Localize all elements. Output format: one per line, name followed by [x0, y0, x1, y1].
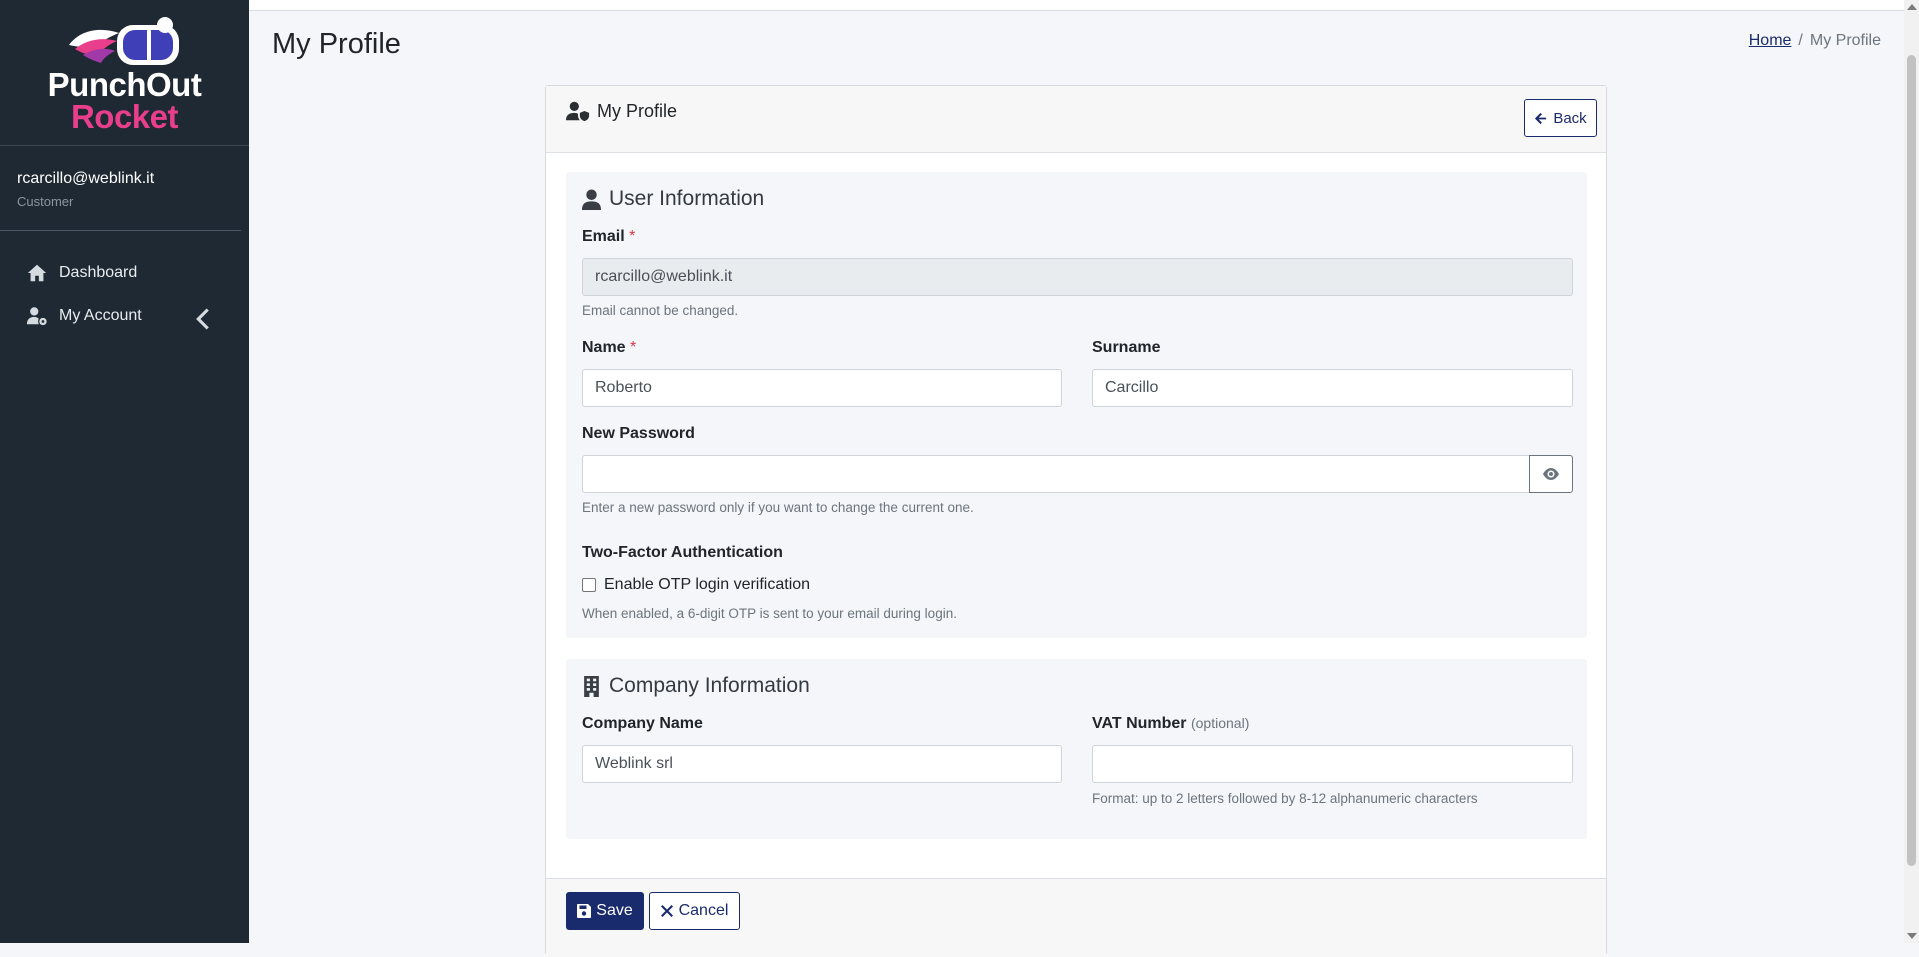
- save-button[interactable]: Save: [566, 892, 644, 930]
- breadcrumb: Home / My Profile: [1749, 32, 1881, 50]
- brand-name-punchout: PunchOut: [47, 66, 202, 103]
- toggle-password-visibility-button[interactable]: [1529, 455, 1573, 493]
- section-title-text: User Information: [609, 187, 765, 210]
- required-mark: *: [630, 339, 637, 356]
- name-field[interactable]: Roberto: [582, 369, 1062, 407]
- chevron-left-icon: [196, 308, 209, 330]
- arrow-left-icon: [1535, 112, 1547, 124]
- company-name-label: Company Name: [582, 715, 703, 732]
- section-title-text: Company Information: [609, 674, 810, 697]
- password-help-text: Enter a new password only if you want to…: [582, 500, 974, 515]
- new-password-field[interactable]: [582, 455, 1531, 493]
- card-title: My Profile: [566, 100, 677, 122]
- card-footer: Save Cancel: [546, 878, 1606, 957]
- top-bar: [249, 0, 1904, 11]
- eye-icon: [1543, 468, 1559, 480]
- surname-field[interactable]: Carcillo: [1092, 369, 1573, 407]
- otp-help-text: When enabled, a 6-digit OTP is sent to y…: [582, 606, 957, 621]
- email-help-text: Email cannot be changed.: [582, 303, 739, 318]
- page-scrollbar[interactable]: [1904, 0, 1919, 943]
- user-panel: rcarcillo@weblink.it Customer: [0, 146, 241, 231]
- scroll-down-arrow-icon[interactable]: [1907, 933, 1917, 939]
- new-password-label: New Password: [582, 425, 695, 442]
- sidebar-item-label: My Account: [59, 306, 142, 324]
- user-role: Customer: [17, 194, 74, 209]
- card-header: My Profile Back: [546, 86, 1606, 153]
- sidebar-item-my-account[interactable]: My Account: [0, 294, 249, 337]
- brand-name-rocket: Rocket: [70, 98, 179, 135]
- section-title: Company Information: [582, 674, 810, 698]
- brand-logo-area[interactable]: PunchOut Rocket: [0, 0, 249, 146]
- surname-label: Surname: [1092, 339, 1161, 356]
- email-field[interactable]: rcarcillo@weblink.it: [582, 258, 1573, 296]
- breadcrumb-home-link[interactable]: Home: [1749, 32, 1792, 49]
- save-button-label: Save: [596, 902, 633, 919]
- required-mark: *: [629, 228, 636, 245]
- user-information-section: User Information Email * rcarcillo@webli…: [566, 172, 1587, 638]
- back-button-label: Back: [1553, 109, 1587, 127]
- two-factor-label: Two-Factor Authentication: [582, 544, 783, 561]
- card-title-text: My Profile: [597, 100, 678, 121]
- sidebar: PunchOut Rocket rcarcillo@weblink.it Cus…: [0, 0, 249, 943]
- page-title: My Profile: [272, 28, 401, 60]
- home-icon: [27, 264, 47, 281]
- email-label-text: Email: [582, 228, 625, 245]
- building-icon: [584, 675, 599, 697]
- breadcrumb-current: My Profile: [1809, 32, 1881, 49]
- cancel-button[interactable]: Cancel: [649, 892, 740, 930]
- back-button[interactable]: Back: [1524, 99, 1597, 137]
- otp-checkbox-label[interactable]: Enable OTP login verification: [604, 576, 810, 594]
- scroll-up-arrow-icon[interactable]: [1907, 4, 1917, 10]
- user-gear-icon: [26, 306, 47, 325]
- vat-number-field[interactable]: [1092, 745, 1573, 783]
- scrollbar-thumb[interactable]: [1907, 55, 1916, 866]
- otp-checkbox-row[interactable]: Enable OTP login verification: [582, 576, 810, 594]
- vat-number-label-text: VAT Number: [1092, 715, 1187, 732]
- cancel-button-label: Cancel: [678, 902, 729, 919]
- sidebar-item-label: Dashboard: [59, 263, 138, 281]
- user-icon: [582, 189, 601, 210]
- rocket-glove-logo-icon: [68, 17, 179, 65]
- otp-checkbox[interactable]: [582, 578, 596, 592]
- sidebar-item-dashboard[interactable]: Dashboard: [0, 251, 249, 294]
- section-title: User Information: [582, 187, 764, 211]
- vat-help-text: Format: up to 2 letters followed by 8-12…: [1092, 791, 1478, 806]
- name-label: Name *: [582, 339, 636, 357]
- close-icon: [660, 905, 673, 917]
- user-email: rcarcillo@weblink.it: [17, 170, 155, 187]
- company-name-field[interactable]: Weblink srl: [582, 745, 1062, 783]
- optional-tag: (optional): [1190, 715, 1250, 731]
- email-label: Email *: [582, 228, 635, 246]
- breadcrumb-separator: /: [1798, 32, 1803, 49]
- profile-card: My Profile Back User Information Email *…: [545, 85, 1607, 957]
- floppy-disk-icon: [577, 904, 592, 918]
- name-label-text: Name: [582, 339, 626, 356]
- sidebar-nav: Dashboard My Account: [0, 251, 249, 337]
- vat-number-label: VAT Number (optional): [1092, 715, 1249, 733]
- user-shield-icon: [566, 101, 590, 122]
- company-information-section: Company Information Company Name Weblink…: [566, 659, 1587, 839]
